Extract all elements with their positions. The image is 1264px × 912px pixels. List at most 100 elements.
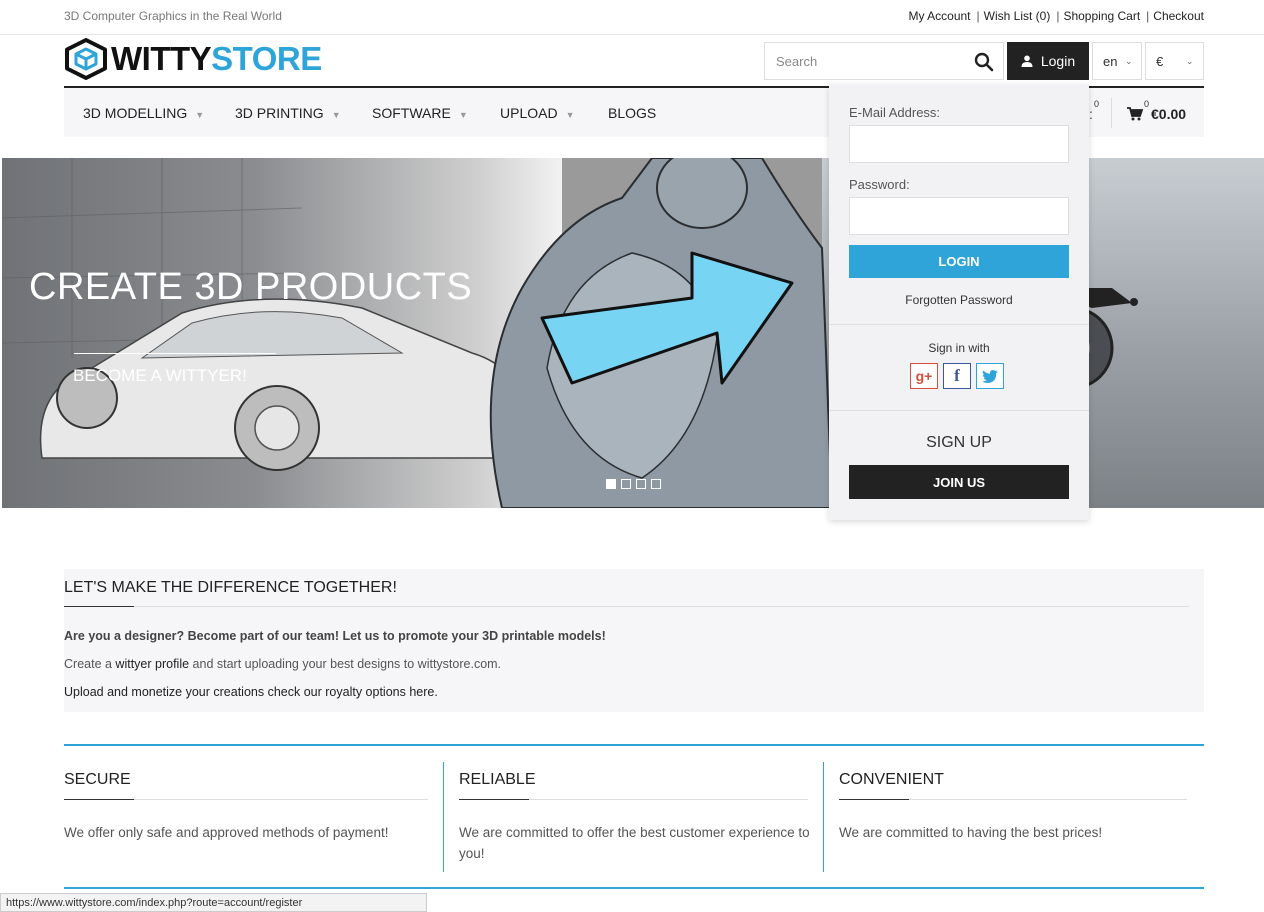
login-button[interactable]: Login xyxy=(1007,42,1089,80)
currency-value: € xyxy=(1156,53,1164,69)
chevron-down-icon: ⌄ xyxy=(1186,56,1194,66)
nav-item-label: BLOGS xyxy=(608,105,657,121)
info-text: Create a xyxy=(64,657,116,671)
become-wittyer-link[interactable]: BECOME A WITTYER! xyxy=(73,366,247,386)
feature-rule xyxy=(909,799,1187,800)
feature-underline xyxy=(839,799,909,800)
facebook-button[interactable]: f xyxy=(943,363,971,389)
feature-divider xyxy=(823,762,824,872)
nav-item-label: 3D MODELLING xyxy=(83,105,188,121)
checkout-link[interactable]: Checkout xyxy=(1153,9,1204,23)
shopping-cart-link[interactable]: Shopping Cart xyxy=(1063,9,1140,23)
nav-item-3d-modelling[interactable]: 3D MODELLING ▼ xyxy=(83,105,204,121)
chevron-down-icon: ⌄ xyxy=(1125,56,1133,66)
feature-rule xyxy=(134,799,428,800)
language-select[interactable]: en ⌄ xyxy=(1092,42,1142,80)
info-text: . xyxy=(434,685,438,699)
separator: | xyxy=(1146,9,1150,23)
hero-divider xyxy=(74,353,276,354)
forgotten-password-link[interactable]: Forgotten Password xyxy=(829,293,1089,307)
top-links: My Account | Wish List (0) | Shopping Ca… xyxy=(908,9,1204,23)
password-label: Password: xyxy=(849,177,910,192)
search-input[interactable] xyxy=(765,43,965,79)
feature-title-convenient: CONVENIENT xyxy=(839,771,944,788)
logo-text: WITTYSTORE xyxy=(111,38,322,80)
wishlist-count: 0 xyxy=(1094,99,1100,109)
feature-text-convenient: We are committed to having the best pric… xyxy=(839,825,1103,840)
features-top-rule xyxy=(64,744,1204,746)
tagline: 3D Computer Graphics in the Real World xyxy=(64,9,282,23)
nav-item-software[interactable]: SOFTWARE ▼ xyxy=(372,105,468,121)
feature-title-secure: SECURE xyxy=(64,771,131,788)
wittyer-profile-link[interactable]: wittyer profile xyxy=(115,657,189,671)
slider-dot[interactable] xyxy=(606,479,616,489)
info-title: LET'S MAKE THE DIFFERENCE TOGETHER! xyxy=(64,579,397,596)
slider-dot[interactable] xyxy=(621,479,631,489)
feature-text-secure: We offer only safe and approved methods … xyxy=(64,825,389,840)
feature-rule xyxy=(529,799,808,800)
browser-status-bar: https://www.wittystore.com/index.php?rou… xyxy=(0,893,427,912)
caret-down-icon: ▼ xyxy=(331,110,341,120)
nav-item-label: UPLOAD xyxy=(500,105,558,121)
user-icon xyxy=(1021,55,1033,67)
logo-text-witty: WITTY xyxy=(111,40,212,77)
slider-pagination xyxy=(606,479,666,489)
top-bar: 3D Computer Graphics in the Real World M… xyxy=(0,0,1264,35)
my-account-link[interactable]: My Account xyxy=(908,9,970,23)
google-plus-icon: g+ xyxy=(915,368,933,384)
logo-text-store: STORE xyxy=(211,40,322,77)
google-plus-button[interactable]: g+ xyxy=(910,363,938,389)
login-dropdown: E-Mail Address: Password: LOGIN Forgotte… xyxy=(829,84,1089,520)
wish-list-link[interactable]: Wish List (0) xyxy=(984,9,1051,23)
nav-item-label: 3D PRINTING xyxy=(235,105,324,121)
slider-dot[interactable] xyxy=(636,479,646,489)
title-underline xyxy=(64,606,134,607)
slider-dot[interactable] xyxy=(651,479,661,489)
nav-divider xyxy=(1111,98,1112,128)
cube-logo-icon xyxy=(65,38,107,80)
cart-button[interactable]: €0.00 xyxy=(1127,106,1186,122)
email-label: E-Mail Address: xyxy=(849,105,941,120)
cart-total: €0.00 xyxy=(1151,106,1187,122)
wishlist-icon[interactable]: : xyxy=(1089,106,1093,122)
feature-text-reliable: We are committed to offer the best custo… xyxy=(459,825,810,861)
dropdown-divider xyxy=(829,324,1089,325)
feature-underline xyxy=(64,799,134,800)
caret-down-icon: ▼ xyxy=(195,110,205,120)
login-button-label: Login xyxy=(1040,53,1076,69)
separator: | xyxy=(976,9,980,23)
caret-down-icon: ▼ xyxy=(458,110,468,120)
currency-select[interactable]: € ⌄ xyxy=(1145,42,1204,80)
dropdown-divider xyxy=(829,410,1089,411)
search-icon[interactable] xyxy=(973,51,995,73)
info-panel: LET'S MAKE THE DIFFERENCE TOGETHER! Are … xyxy=(64,569,1204,712)
twitter-button[interactable] xyxy=(976,363,1004,389)
login-submit-button[interactable]: LOGIN xyxy=(849,245,1069,278)
title-rule xyxy=(134,606,1189,607)
site-logo[interactable]: WITTYSTORE xyxy=(64,38,322,80)
feature-title-reliable: RELIABLE xyxy=(459,771,536,788)
info-paragraph-designer: Are you a designer? Become part of our t… xyxy=(64,629,606,643)
hero-title: CREATE 3D PRODUCTS xyxy=(29,266,473,308)
info-text: and start uploading your best designs to… xyxy=(189,657,502,671)
language-value: en xyxy=(1103,53,1118,69)
nav-item-upload[interactable]: UPLOAD ▼ xyxy=(500,105,575,121)
caret-down-icon: ▼ xyxy=(565,110,575,120)
email-field[interactable] xyxy=(849,125,1069,163)
nav-item-3d-printing[interactable]: 3D PRINTING ▼ xyxy=(235,105,341,121)
nav-item-blogs[interactable]: BLOGS xyxy=(608,105,656,121)
feature-divider xyxy=(443,762,444,872)
nav-item-label: SOFTWARE xyxy=(372,105,451,121)
facebook-icon: f xyxy=(954,366,960,385)
separator: | xyxy=(1056,9,1060,23)
sign-up-heading: SIGN UP xyxy=(926,434,992,451)
feature-underline xyxy=(459,799,529,800)
info-paragraph-royalty: Upload and monetize your creations check… xyxy=(64,685,438,699)
features-bottom-rule xyxy=(64,887,1204,889)
search-box xyxy=(764,42,1004,80)
cart-icon xyxy=(1127,107,1143,121)
royalty-options-link[interactable]: Upload and monetize your creations check… xyxy=(64,685,434,699)
join-us-button[interactable]: JOIN US xyxy=(849,465,1069,499)
twitter-icon xyxy=(982,369,998,383)
password-field[interactable] xyxy=(849,197,1069,235)
